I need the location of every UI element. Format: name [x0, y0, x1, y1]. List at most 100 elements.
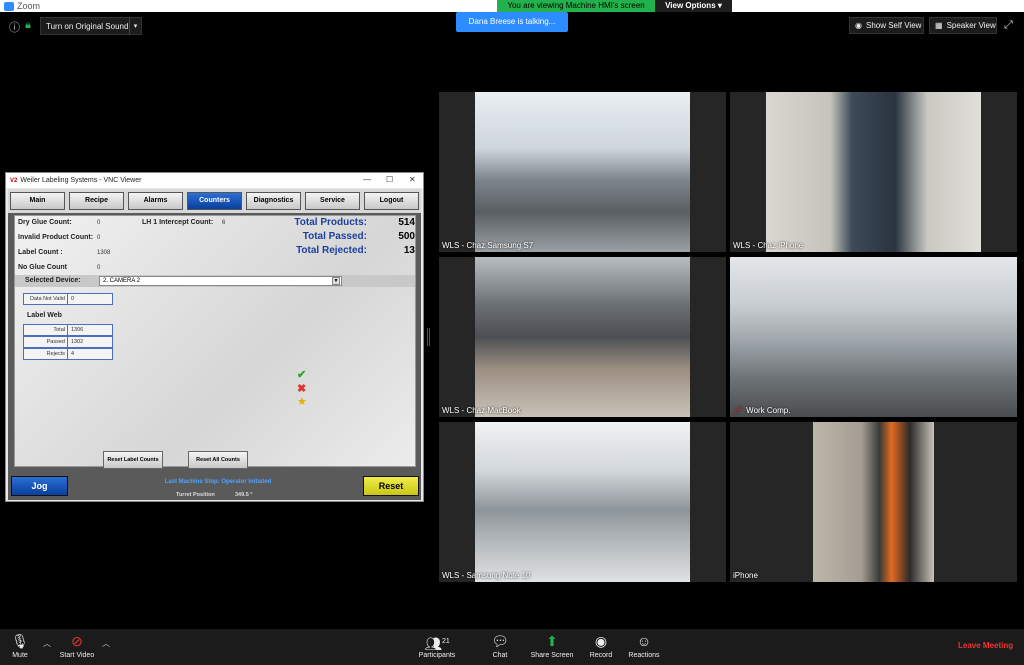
- vnc-logo-icon: V2: [10, 177, 18, 184]
- chevron-down-icon[interactable]: ▾: [129, 18, 141, 34]
- participant-name: 🎤︎ Work Comp.: [733, 406, 790, 415]
- total-products-value: 514: [398, 217, 415, 228]
- web-rejects-label: Rejects: [24, 349, 68, 359]
- web-total-label: Total: [24, 325, 68, 335]
- original-sound-label: Turn on Original Sound: [46, 21, 129, 31]
- video-tile[interactable]: iPhone: [730, 422, 1017, 582]
- tab-alarms[interactable]: Alarms: [128, 192, 183, 210]
- fullscreen-icon[interactable]: ⤢: [1004, 19, 1013, 32]
- participants-count: 21: [441, 638, 450, 645]
- participant-name: WLS - Chaz Samsung S7: [442, 241, 533, 250]
- turret-position-value: 349.5 °: [235, 492, 253, 498]
- start-video-button[interactable]: ⊘ Start Video: [56, 633, 98, 659]
- show-self-view-button[interactable]: ◉ Show Self View: [849, 17, 924, 34]
- reactions-icon: ☺︎: [636, 633, 652, 649]
- reset-label-counts-button[interactable]: Reset Label Counts: [103, 451, 163, 469]
- record-button[interactable]: ◉ Record: [587, 633, 615, 659]
- microphone-icon: 🎙︎: [11, 633, 29, 649]
- speaker-view-label: Speaker View: [946, 21, 996, 30]
- tab-recipe[interactable]: Recipe: [69, 192, 124, 210]
- reactions-button[interactable]: ☺︎ Reactions: [626, 633, 662, 659]
- vnc-titlebar: V2 Weiler Labeling Systems - VNC Viewer …: [6, 173, 423, 188]
- invalid-product-label: Invalid Product Count:: [18, 234, 94, 241]
- chat-icon: 💬︎: [491, 633, 509, 649]
- participants-icon: 👥︎21: [424, 635, 450, 652]
- web-total-value: 1306: [71, 327, 84, 333]
- participant-name: WLS - Samsung Note 10: [442, 571, 530, 580]
- web-passed-label: Passed: [24, 337, 68, 347]
- lock-icon[interactable]: 🔒︎: [25, 19, 31, 32]
- video-tile[interactable]: WLS - Samsung Note 10: [439, 422, 726, 582]
- audio-options-caret-icon[interactable]: ︿: [43, 638, 51, 649]
- participant-name: WLS - Chaz MacBook: [442, 406, 521, 415]
- share-screen-icon: ⬆: [546, 633, 558, 649]
- participant-name: iPhone: [733, 571, 758, 580]
- total-passed-value: 500: [398, 231, 415, 242]
- muted-mic-icon: 🎤︎: [733, 406, 744, 415]
- video-tile[interactable]: WLS - Chaz iPhone: [730, 92, 1017, 252]
- info-icon[interactable]: ⓘ: [9, 19, 20, 35]
- maximize-icon[interactable]: ☐: [386, 175, 393, 184]
- video-off-icon: ⊘: [71, 633, 83, 649]
- share-screen-label: Share Screen: [530, 652, 574, 659]
- no-glue-label: No Glue Count: [18, 264, 67, 271]
- camera-feed: [475, 422, 690, 582]
- checkmark-icon: ✔: [297, 369, 307, 381]
- camera-feed: [766, 92, 981, 252]
- reset-button[interactable]: Reset: [363, 476, 419, 496]
- participant-name-text: WLS - Chaz iPhone: [733, 241, 804, 250]
- participants-label: Participants: [418, 652, 456, 659]
- total-rejected-label: Total Rejected:: [296, 245, 367, 256]
- reset-all-counts-button[interactable]: Reset All Counts: [188, 451, 248, 469]
- share-screen-button[interactable]: ⬆ Share Screen: [529, 633, 575, 659]
- leave-meeting-button[interactable]: Leave Meeting: [958, 641, 1013, 650]
- video-tile[interactable]: 🎤︎ Work Comp.: [730, 257, 1017, 417]
- star-icon: ★: [297, 396, 307, 408]
- meeting-topbar: ⓘ 🔒︎ Turn on Original Sound ▾ Dana Brees…: [0, 12, 1024, 40]
- record-label: Record: [589, 652, 613, 659]
- dry-glue-label: Dry Glue Count:: [18, 219, 72, 226]
- camera-feed: [475, 257, 690, 417]
- talking-indicator: Dana Breese is talking...: [456, 12, 568, 32]
- participants-button[interactable]: 👥︎21 Participants: [414, 633, 460, 659]
- app-title: Zoom: [4, 1, 40, 11]
- device-select[interactable]: 2. CAMERA 2 ▼: [99, 276, 342, 286]
- tab-main[interactable]: Main: [10, 192, 65, 210]
- original-sound-button[interactable]: Turn on Original Sound ▾: [40, 17, 142, 35]
- video-tile[interactable]: WLS - Chaz Samsung S7: [439, 92, 726, 252]
- speaker-view-button[interactable]: ▦ Speaker View: [929, 17, 997, 34]
- tab-service[interactable]: Service: [305, 192, 360, 210]
- close-icon[interactable]: ✕: [409, 175, 416, 184]
- view-options-label: View Options: [665, 1, 716, 10]
- web-rejects-value: 4: [71, 351, 75, 357]
- record-icon: ◉: [594, 633, 608, 649]
- hmi-tab-bar: Main Recipe Alarms Counters Diagnostics …: [8, 189, 421, 213]
- no-glue-value: 0: [97, 265, 101, 271]
- tab-counters[interactable]: Counters: [187, 192, 242, 210]
- tab-diagnostics[interactable]: Diagnostics: [246, 192, 301, 210]
- video-tile[interactable]: WLS - Chaz MacBook: [439, 257, 726, 417]
- label-count-value: 1308: [97, 250, 111, 256]
- minimize-icon[interactable]: —: [363, 175, 371, 184]
- grid-icon: ▦: [935, 21, 943, 30]
- mute-button[interactable]: 🎙︎ Mute: [8, 633, 32, 659]
- chevron-down-icon[interactable]: ▼: [332, 277, 340, 285]
- video-options-caret-icon[interactable]: ︿: [102, 638, 110, 649]
- web-passed-row: Passed 1302: [23, 336, 113, 348]
- chat-button[interactable]: 💬︎ Chat: [488, 633, 512, 659]
- total-products-label: Total Products:: [294, 217, 367, 228]
- participant-name: WLS - Chaz iPhone: [733, 241, 803, 250]
- device-select-value: 2. CAMERA 2: [103, 278, 141, 284]
- jog-button[interactable]: Jog: [11, 476, 68, 496]
- view-options-button[interactable]: View Options ▾: [655, 0, 732, 12]
- panel-resize-handle[interactable]: [427, 328, 430, 346]
- participant-name-text: WLS - Samsung Note 10: [442, 571, 531, 580]
- vnc-title-text: Weiler Labeling Systems - VNC Viewer: [20, 177, 142, 184]
- camera-feed: [730, 257, 1017, 417]
- total-passed-label: Total Passed:: [302, 231, 367, 242]
- lh1-intercept-value: 6: [222, 220, 226, 226]
- app-title-text: Zoom: [17, 1, 41, 11]
- web-total-row: Total 1306: [23, 324, 113, 336]
- tab-logout[interactable]: Logout: [364, 192, 419, 210]
- participant-name-text: iPhone: [733, 571, 758, 580]
